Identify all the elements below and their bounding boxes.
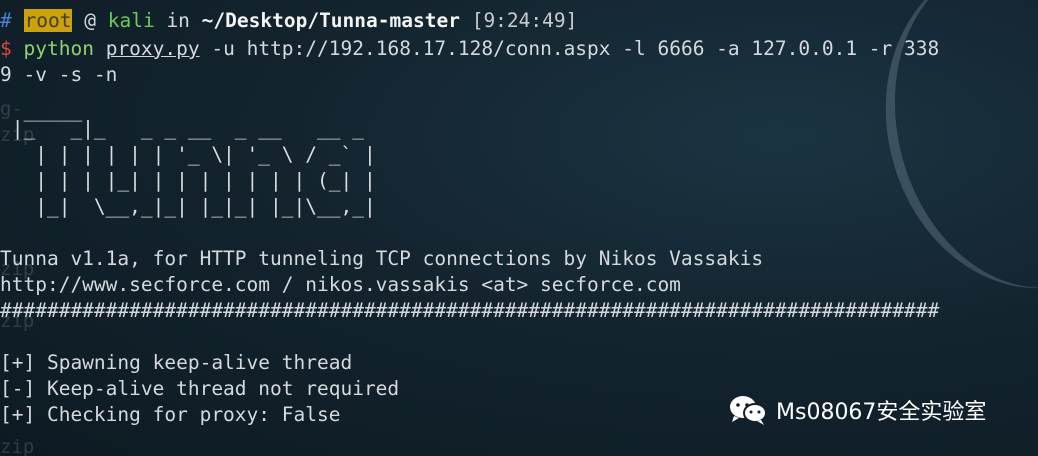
prompt-user: root: [23, 9, 73, 32]
prompt-host: kali: [107, 9, 155, 32]
prompt-hash: #: [0, 9, 12, 32]
output-status-line: [-] Keep-alive thread not required: [0, 377, 400, 400]
command-args: -u http://192.168.17.128/conn.aspx -l 66…: [199, 37, 940, 60]
ascii-art-line: | | | | | | '_ \| '_ \ / _` |: [0, 143, 376, 166]
terminal-window[interactable]: g- zip zip zip zip # root @ kali in ~/De…: [0, 0, 1038, 456]
output-url: http://www.secforce.com / nikos.vassakis…: [0, 273, 681, 296]
prompt-dollar: $: [0, 37, 12, 60]
command-script: proxy.py: [105, 37, 200, 60]
prompt-at: @: [84, 9, 96, 32]
prompt-in: in: [166, 9, 190, 32]
prompt-path: ~/Desktop/Tunna-master: [201, 9, 460, 32]
wechat-icon: [730, 396, 767, 425]
output-banner: Tunna v1.1a, for HTTP tunneling TCP conn…: [0, 247, 764, 270]
ascii-art-line: _ _ _ __ _ __ __ _: [0, 117, 364, 140]
ascii-art-line: | | | |_| | | | | | | | (_| |: [0, 169, 376, 192]
watermark-text: Ms08067安全实验室: [776, 400, 987, 425]
command-program: python: [23, 37, 94, 60]
output-status-line: [+] Spawning keep-alive thread: [0, 351, 353, 374]
output-separator: ########################################…: [0, 299, 940, 322]
ascii-art-line: |_| \__,_|_| |_|_| |_|\__,_|: [0, 195, 376, 218]
prompt-time: [9:24:49]: [471, 9, 578, 32]
ghost-label: zip: [0, 436, 35, 456]
command-line[interactable]: $ python proxy.py -u http://192.168.17.1…: [0, 36, 939, 62]
watermark: Ms08067安全实验室: [728, 394, 986, 426]
output-status-line: [+] Checking for proxy: False: [0, 403, 341, 426]
command-line-wrap: 9 -v -s -n: [0, 63, 118, 86]
prompt-line: # root @ kali in ~/Desktop/Tunna-master …: [0, 8, 577, 34]
